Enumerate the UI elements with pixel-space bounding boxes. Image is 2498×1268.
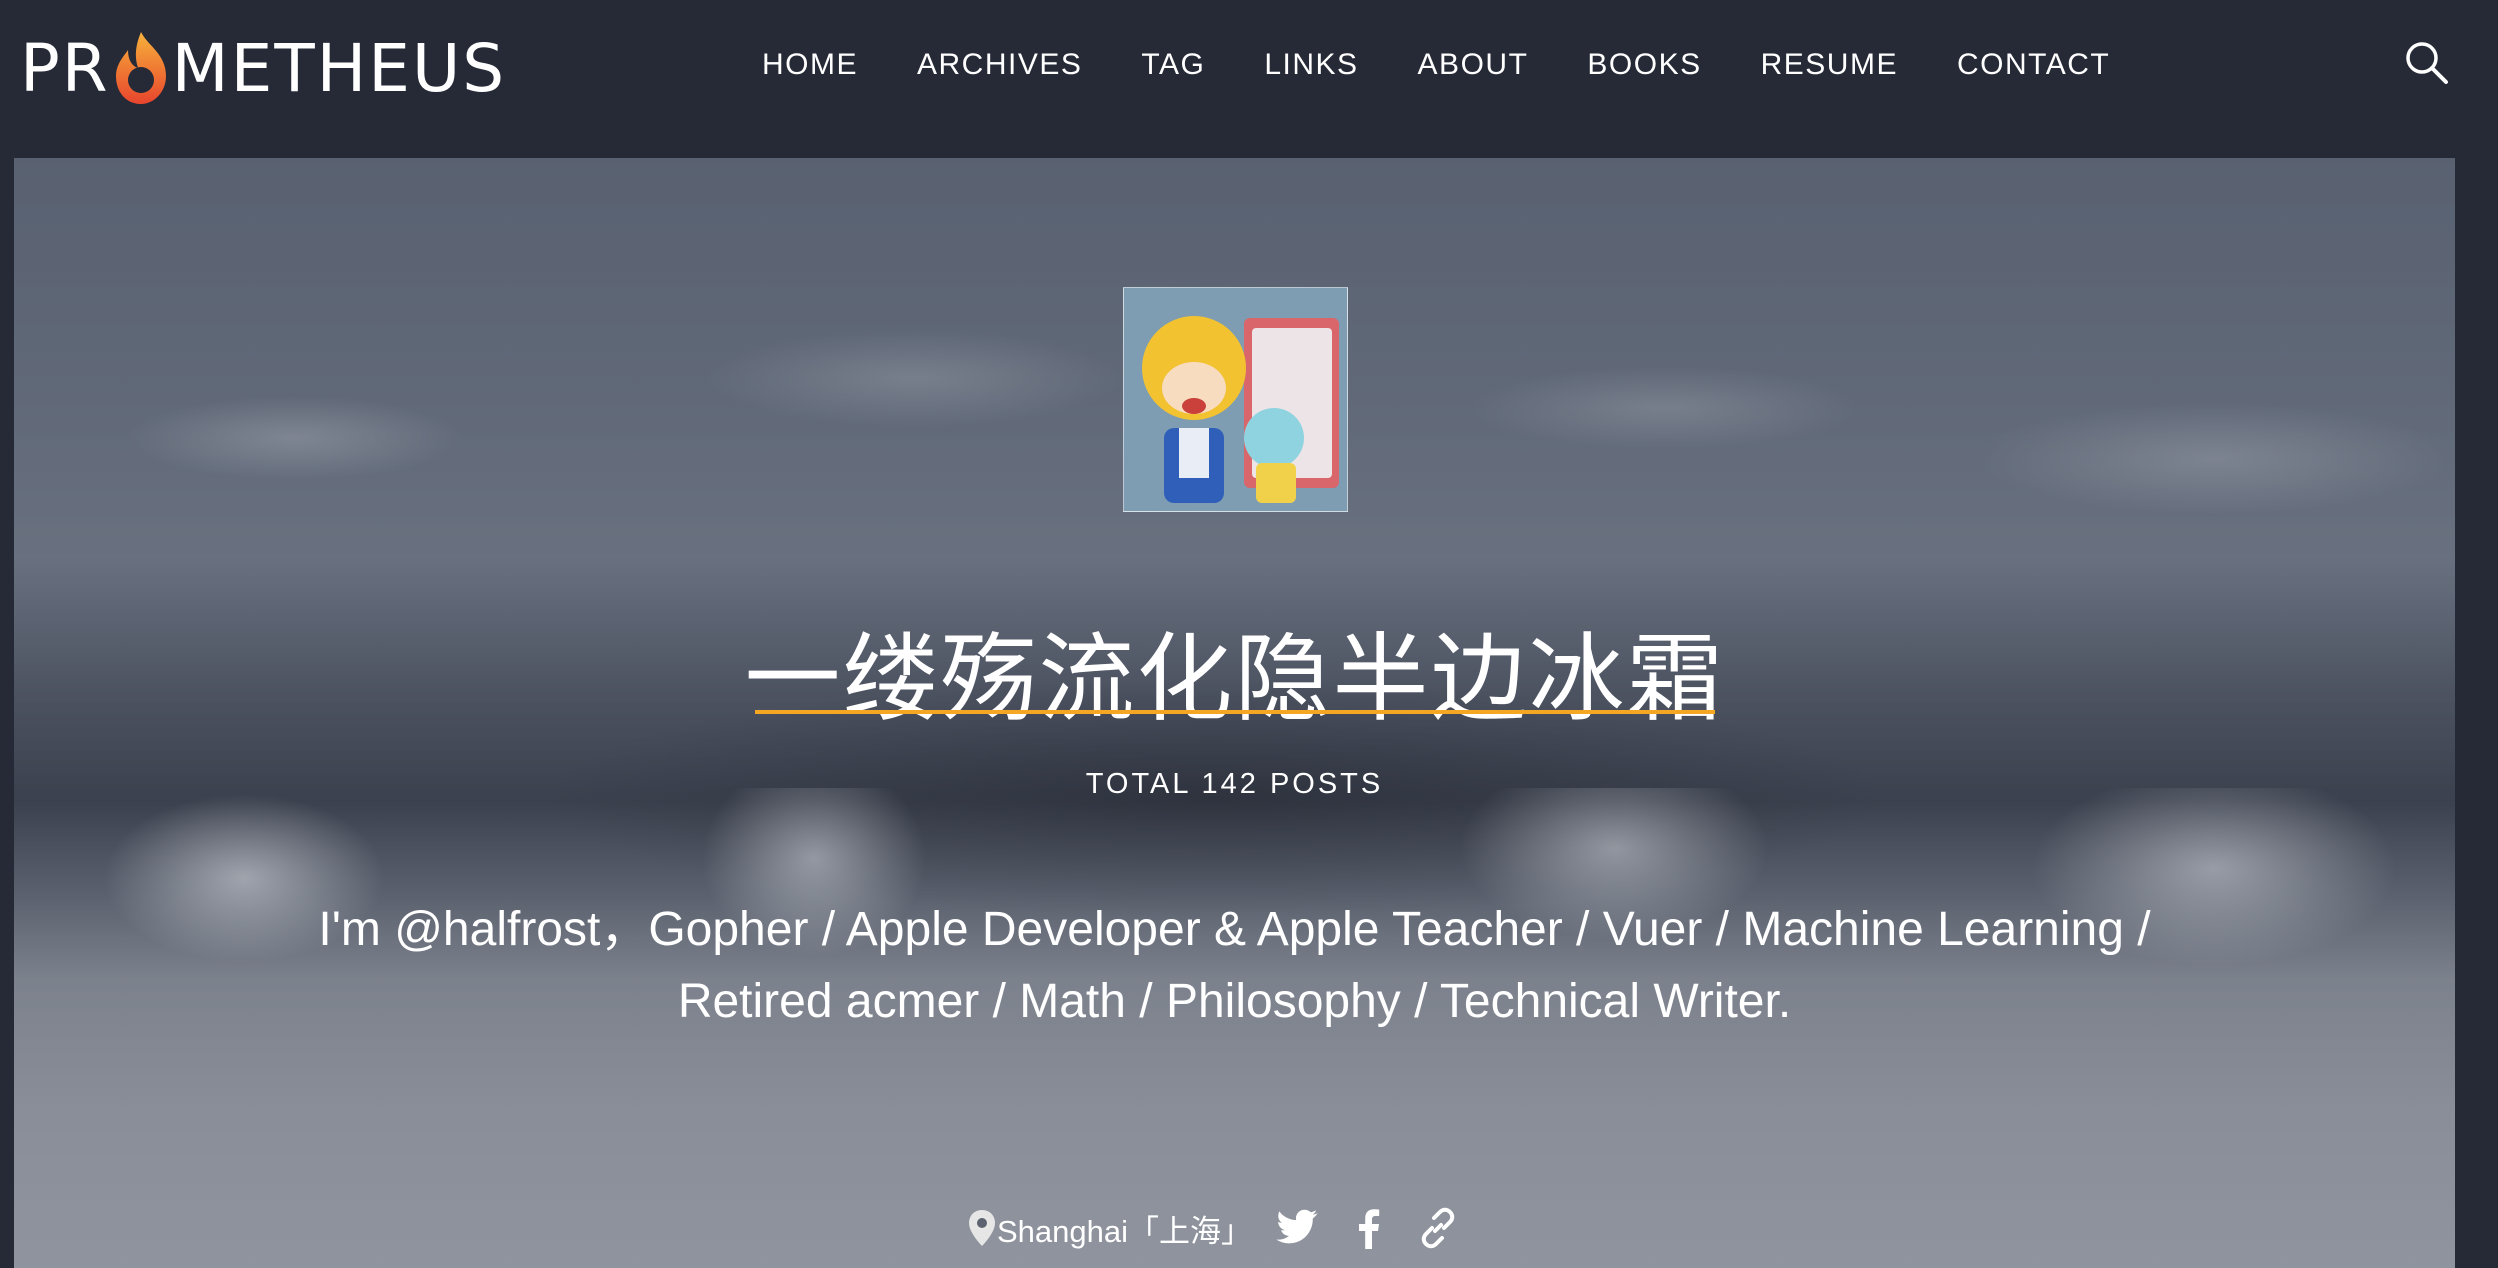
avatar[interactable] [1123,287,1348,512]
flame-logo-icon [115,32,166,104]
facebook-icon[interactable] [1344,1204,1392,1252]
nav-tag[interactable]: TAG [1141,48,1205,82]
hero-banner: 一缕殇流化隐半边冰霜 TOTAL 142 POSTS I'm @halfrost… [14,158,2455,1268]
nav-links[interactable]: LINKS [1264,48,1358,82]
location: Shanghai「上海」 [967,1206,1252,1251]
title-underline [755,710,1715,714]
nav-resume[interactable]: RESUME [1761,48,1898,82]
logo-text-left: PR [20,29,110,107]
search-icon[interactable] [2402,38,2452,88]
nav-books[interactable]: BOOKS [1587,48,1701,82]
main-nav: HOME ARCHIVES TAG LINKS ABOUT BOOKS RESU… [762,40,2169,90]
total-posts-count: TOTAL 142 POSTS [1085,768,1384,800]
author-meta: Shanghai「上海」 [14,1198,2455,1258]
nav-archives[interactable]: ARCHIVES [917,48,1082,82]
nav-contact[interactable]: CONTACT [1957,48,2110,82]
nav-home[interactable]: HOME [762,48,858,82]
link-icon[interactable] [1414,1204,1462,1252]
location-pin-icon [968,1210,995,1246]
avatar-figure-image [1124,288,1347,511]
location-text: Shanghai「上海」 [996,1213,1252,1249]
site-logo[interactable]: PR METHEUS [20,28,506,108]
twitter-icon[interactable] [1274,1204,1322,1252]
logo-text-right: METHEUS [171,29,507,107]
site-title: 一缕殇流化隐半边冰霜 [744,623,1725,736]
nav-about[interactable]: ABOUT [1418,48,1529,82]
author-bio: I'm @halfrost，Gopher / Apple Developer &… [318,903,2151,1028]
top-navbar: PR METHEUS HOME ARCHIVES TAG LINKS ABOUT… [0,0,2498,158]
